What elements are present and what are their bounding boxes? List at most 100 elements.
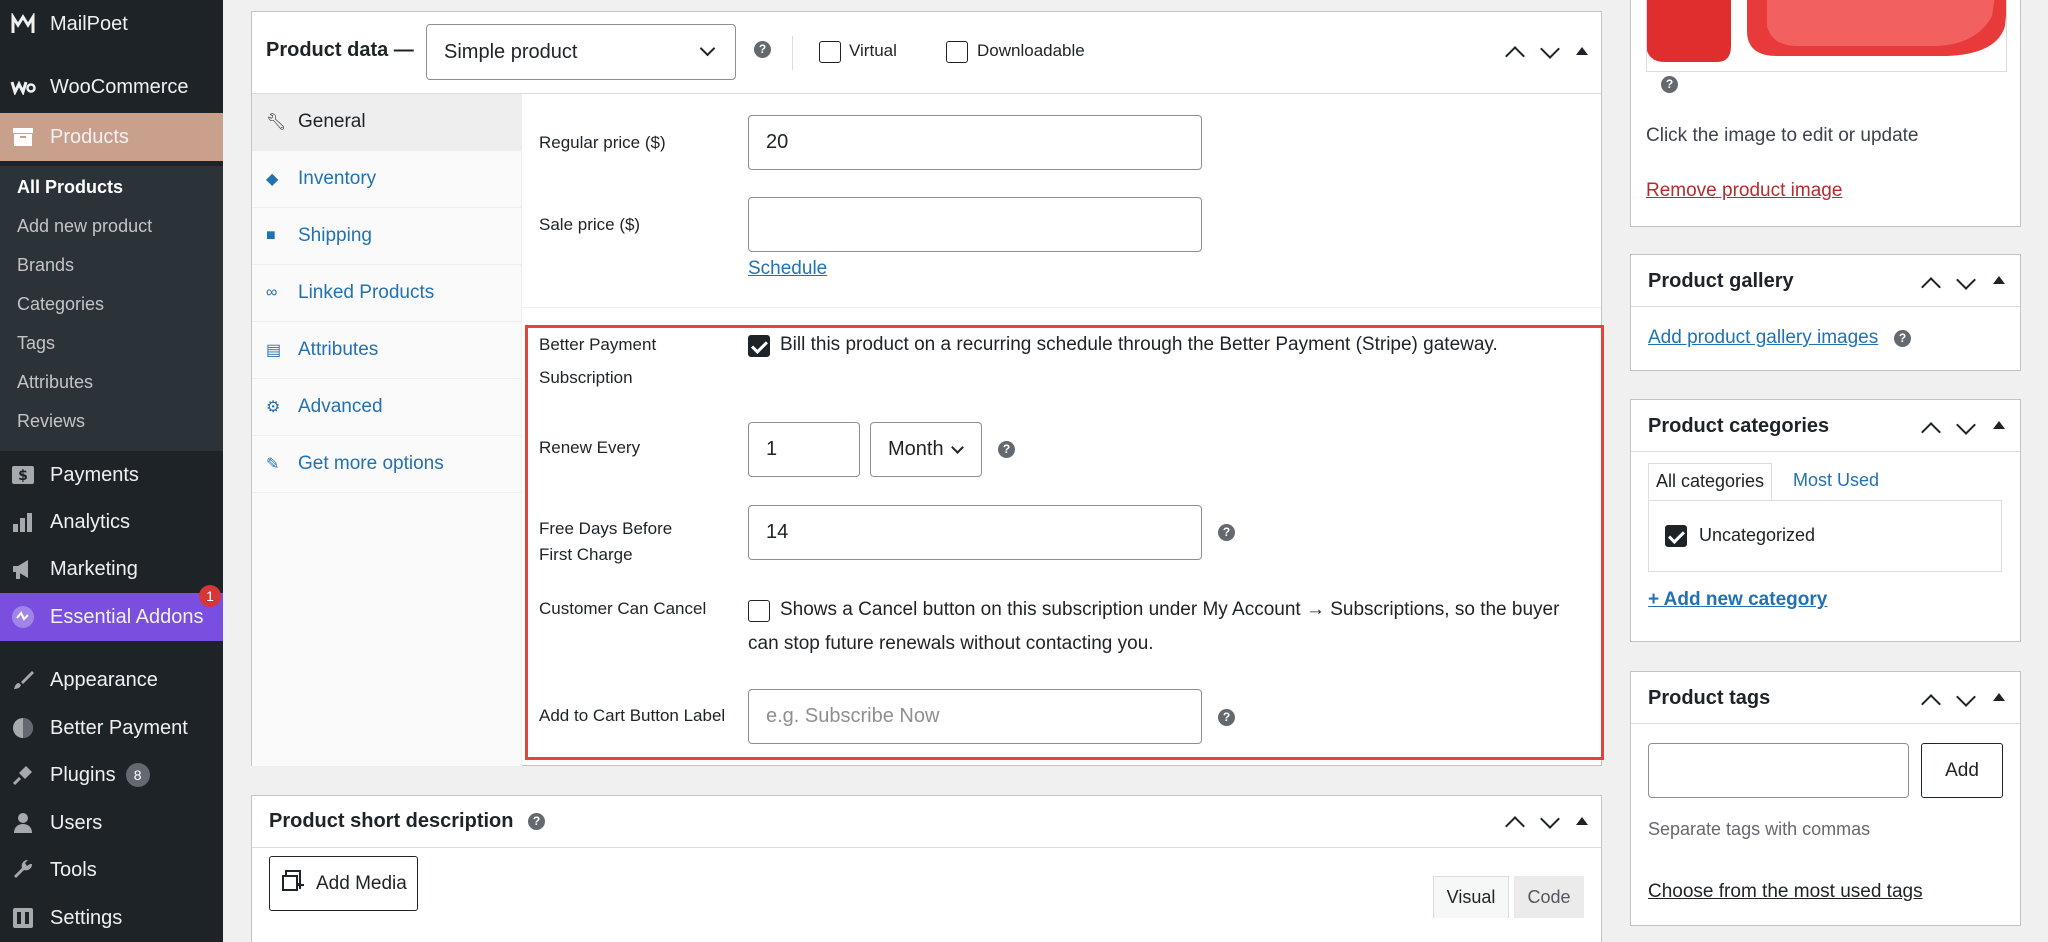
schedule-link[interactable]: Schedule: [748, 256, 827, 282]
tab-label: Linked Products: [298, 282, 435, 303]
subscription-label-line2: Subscription: [539, 368, 633, 387]
list-icon: ▤: [266, 342, 282, 359]
tab-general[interactable]: 🔧︎ General: [252, 94, 522, 151]
downloadable-checkbox[interactable]: [946, 41, 968, 63]
menu-users[interactable]: Users: [0, 801, 223, 845]
tab-linked-products[interactable]: ∞ Linked Products: [252, 265, 522, 322]
product-type-value: Simple product: [444, 40, 578, 63]
users-icon: [10, 810, 36, 836]
product-type-select[interactable]: Simple product: [426, 24, 736, 80]
menu-settings[interactable]: Settings: [0, 896, 223, 940]
regular-price-input[interactable]: 20: [748, 115, 1202, 170]
bar-chart-icon: [10, 509, 36, 535]
regular-price-value: 20: [766, 131, 789, 153]
tab-shipping[interactable]: ■ Shipping: [252, 208, 522, 265]
add-new-category-link[interactable]: + Add new category: [1648, 589, 1827, 611]
renew-unit-select[interactable]: Month: [870, 422, 982, 477]
menu-woocommerce[interactable]: WooCommerce: [0, 65, 223, 109]
renew-interval-input[interactable]: 1: [748, 422, 860, 477]
category-checkbox-uncategorized[interactable]: [1665, 525, 1687, 547]
help-icon[interactable]: ?: [754, 41, 771, 58]
tab-label: Shipping: [298, 225, 372, 246]
move-up-icon[interactable]: [1921, 277, 1941, 297]
add-to-cart-placeholder: e.g. Subscribe Now: [766, 705, 940, 727]
tab-label: Inventory: [298, 168, 377, 189]
free-days-help-icon[interactable]: ?: [1218, 524, 1235, 541]
menu-plugins[interactable]: Plugins 8: [0, 753, 223, 797]
short-description-title: Product short description: [269, 810, 514, 832]
tab-get-more-options[interactable]: ✎ Get more options: [252, 436, 522, 493]
tab-visual[interactable]: Visual: [1433, 876, 1509, 918]
wrench-icon: 🔧︎: [266, 114, 287, 131]
tab-most-used[interactable]: Most Used: [1793, 470, 1879, 491]
tags-input[interactable]: [1648, 743, 1909, 798]
toggle-panel-icon[interactable]: [1576, 817, 1588, 825]
sale-price-input[interactable]: [748, 197, 1202, 252]
submenu-tags[interactable]: Tags: [17, 328, 55, 358]
subscription-checkbox[interactable]: [748, 335, 770, 357]
woocommerce-icon: [10, 74, 36, 100]
customer-can-cancel-checkbox[interactable]: [748, 600, 770, 622]
add-tag-button[interactable]: Add: [1921, 743, 2003, 798]
renew-help-icon[interactable]: ?: [998, 441, 1015, 458]
menu-marketing[interactable]: Marketing: [0, 547, 223, 591]
toggle-panel-icon[interactable]: [1576, 47, 1588, 55]
menu-tools[interactable]: Tools: [0, 848, 223, 892]
tab-attributes[interactable]: ▤ Attributes: [252, 322, 522, 379]
add-media-label: Add Media: [316, 872, 407, 894]
remove-product-image-link[interactable]: Remove product image: [1646, 180, 1842, 202]
move-up-icon[interactable]: [1505, 816, 1525, 836]
move-down-icon[interactable]: [1540, 809, 1560, 829]
toggle-panel-icon[interactable]: [1993, 693, 2005, 701]
tab-advanced[interactable]: ⚙ Advanced: [252, 379, 522, 436]
ea-icon: [10, 604, 36, 630]
submenu-add-new-product[interactable]: Add new product: [17, 211, 152, 241]
submenu-attributes[interactable]: Attributes: [17, 367, 93, 397]
product-gallery-header: Product gallery: [1631, 255, 2020, 307]
choose-most-used-tags-link[interactable]: Choose from the most used tags: [1648, 881, 1923, 903]
menu-analytics[interactable]: Analytics: [0, 500, 223, 544]
move-down-icon[interactable]: [1956, 687, 1976, 707]
move-up-icon[interactable]: [1921, 422, 1941, 442]
chevron-down-icon: [699, 40, 716, 57]
add-to-cart-label-input[interactable]: e.g. Subscribe Now: [748, 689, 1202, 744]
move-up-icon[interactable]: [1921, 694, 1941, 714]
menu-label: Essential Addons: [50, 605, 204, 628]
move-down-icon[interactable]: [1540, 39, 1560, 59]
virtual-checkbox[interactable]: [819, 41, 841, 63]
tab-all-categories[interactable]: All categories: [1648, 463, 1773, 500]
submenu-all-products[interactable]: All Products: [17, 172, 123, 202]
add-gallery-images-link[interactable]: Add product gallery images: [1648, 327, 1878, 349]
gallery-help-icon[interactable]: ?: [1894, 330, 1911, 347]
free-days-input[interactable]: 14: [748, 505, 1202, 560]
submenu-brands[interactable]: Brands: [17, 250, 74, 280]
help-icon[interactable]: ?: [528, 813, 545, 830]
menu-mailpoet[interactable]: MailPoet: [0, 2, 223, 46]
gear-icon: ⚙: [266, 399, 281, 416]
product-image-thumbnail[interactable]: [1646, 0, 2007, 72]
submenu-categories[interactable]: Categories: [17, 289, 104, 319]
free-days-label-line1: Free Days Before: [539, 519, 673, 538]
renew-every-label: Renew Every: [539, 438, 641, 457]
image-help-icon[interactable]: ?: [1661, 76, 1678, 93]
menu-better-payment[interactable]: Better Payment: [0, 706, 223, 750]
menu-essential-addons[interactable]: Essential Addons: [0, 593, 223, 641]
tab-code[interactable]: Code: [1514, 876, 1584, 918]
admin-sidebar: MailPoet WooCommerce Products All Produc…: [0, 0, 223, 942]
menu-products[interactable]: Products: [0, 113, 223, 161]
free-days-value: 14: [766, 521, 789, 543]
menu-payments[interactable]: $ Payments: [0, 453, 223, 497]
svg-text:$: $: [18, 468, 28, 484]
tab-inventory[interactable]: ◆ Inventory: [252, 151, 522, 208]
toggle-panel-icon[interactable]: [1993, 276, 2005, 284]
move-up-icon[interactable]: [1505, 46, 1525, 66]
move-down-icon[interactable]: [1956, 270, 1976, 290]
menu-appearance[interactable]: Appearance: [0, 658, 223, 702]
submenu-reviews[interactable]: Reviews: [17, 406, 85, 436]
add-media-button[interactable]: Add Media: [269, 856, 418, 911]
subscription-checkbox-text: Bill this product on a recurring schedul…: [780, 334, 1498, 355]
move-down-icon[interactable]: [1956, 415, 1976, 435]
toggle-panel-icon[interactable]: [1993, 421, 2005, 429]
downloadable-label: Downloadable: [977, 41, 1085, 60]
add-to-cart-help-icon[interactable]: ?: [1218, 709, 1235, 726]
